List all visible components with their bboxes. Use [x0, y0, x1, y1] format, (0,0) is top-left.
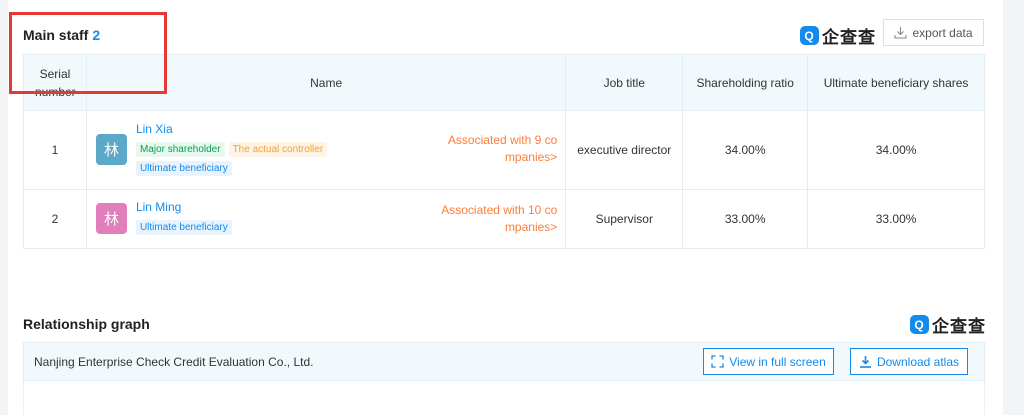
table-header-row: Serial number Name Job title Shareholdin… — [23, 54, 985, 111]
person-info: Lin Ming Ultimate beneficiary — [135, 200, 236, 238]
table-row: 1 林 Lin Xia Major shareholder The actual … — [23, 110, 985, 190]
table-row: 2 林 Lin Ming Ultimate beneficiary Associ… — [23, 189, 985, 249]
person-info: Lin Xia Major shareholder The actual cont… — [135, 122, 366, 179]
qcc-logo-text: 企查查 — [822, 28, 876, 47]
col-serial-number: Serial number — [23, 54, 87, 111]
job-title-cell: executive director — [565, 110, 684, 190]
main-staff-table: Serial number Name Job title Shareholdin… — [23, 54, 985, 249]
serial-cell: 1 — [23, 110, 87, 190]
beneficiary-shares-cell: 34.00% — [807, 110, 985, 190]
tag-major-shareholder: Major shareholder — [135, 142, 225, 157]
avatar[interactable]: 林 — [95, 134, 127, 165]
download-icon — [859, 356, 871, 368]
fullscreen-icon — [711, 355, 724, 368]
graph-company-name: Nanjing Enterprise Check Credit Evaluati… — [34, 355, 314, 369]
col-name: Name — [85, 54, 567, 111]
relationship-graph-title: Relationship graph — [23, 316, 150, 332]
shareholding-ratio-cell: 34.00% — [682, 110, 809, 190]
serial-cell: 2 — [23, 189, 87, 249]
relationship-graph-toolbar: Nanjing Enterprise Check Credit Evaluati… — [23, 342, 985, 381]
qcc-logo-text: 企查查 — [932, 317, 986, 336]
qcc-logo-icon: Q — [910, 315, 929, 334]
avatar[interactable]: 林 — [95, 203, 127, 234]
view-full-screen-button[interactable]: View in full screen — [703, 348, 834, 375]
download-atlas-label: Download atlas — [876, 354, 960, 369]
col-job-title: Job title — [565, 54, 684, 111]
main-staff-heading: Main staff 2 — [23, 27, 100, 43]
tag-ultimate-beneficiary: Ultimate beneficiary — [135, 161, 232, 176]
view-full-screen-label: View in full screen — [729, 354, 826, 369]
name-cell: 林 Lin Xia Major shareholder The actual co… — [85, 110, 567, 190]
export-data-label: export data — [912, 25, 973, 40]
shareholding-ratio-cell: 33.00% — [682, 189, 809, 249]
job-title-cell: Supervisor — [565, 189, 684, 249]
qcc-logo: Q 企查查 — [800, 23, 876, 48]
person-name-link[interactable]: Lin Xia — [136, 122, 366, 136]
associated-companies-link[interactable]: Associated with 10 companies> — [439, 202, 557, 236]
col-shareholding-ratio: Shareholding ratio — [682, 54, 809, 111]
beneficiary-shares-cell: 33.00% — [807, 189, 985, 249]
company-info-panel: Main staff 2 Q 企查查 export data Serial numb… — [8, 0, 1003, 415]
download-atlas-button[interactable]: Download atlas — [850, 348, 968, 375]
download-icon — [894, 27, 908, 39]
tag-actual-controller: The actual controller — [228, 142, 328, 157]
main-staff-title: Main staff — [23, 27, 89, 43]
relationship-graph-canvas[interactable] — [23, 381, 985, 415]
tag-ultimate-beneficiary: Ultimate beneficiary — [135, 220, 232, 235]
col-ultimate-beneficiary-shares: Ultimate beneficiary shares — [807, 54, 985, 111]
export-data-button[interactable]: export data — [883, 19, 984, 46]
person-name-link[interactable]: Lin Ming — [136, 200, 236, 214]
name-cell: 林 Lin Ming Ultimate beneficiary Associat… — [85, 189, 567, 249]
qcc-logo: Q 企查查 — [910, 312, 986, 337]
main-staff-count: 2 — [92, 27, 101, 43]
qcc-logo-icon: Q — [800, 26, 819, 45]
associated-companies-link[interactable]: Associated with 9 companies> — [439, 132, 557, 166]
